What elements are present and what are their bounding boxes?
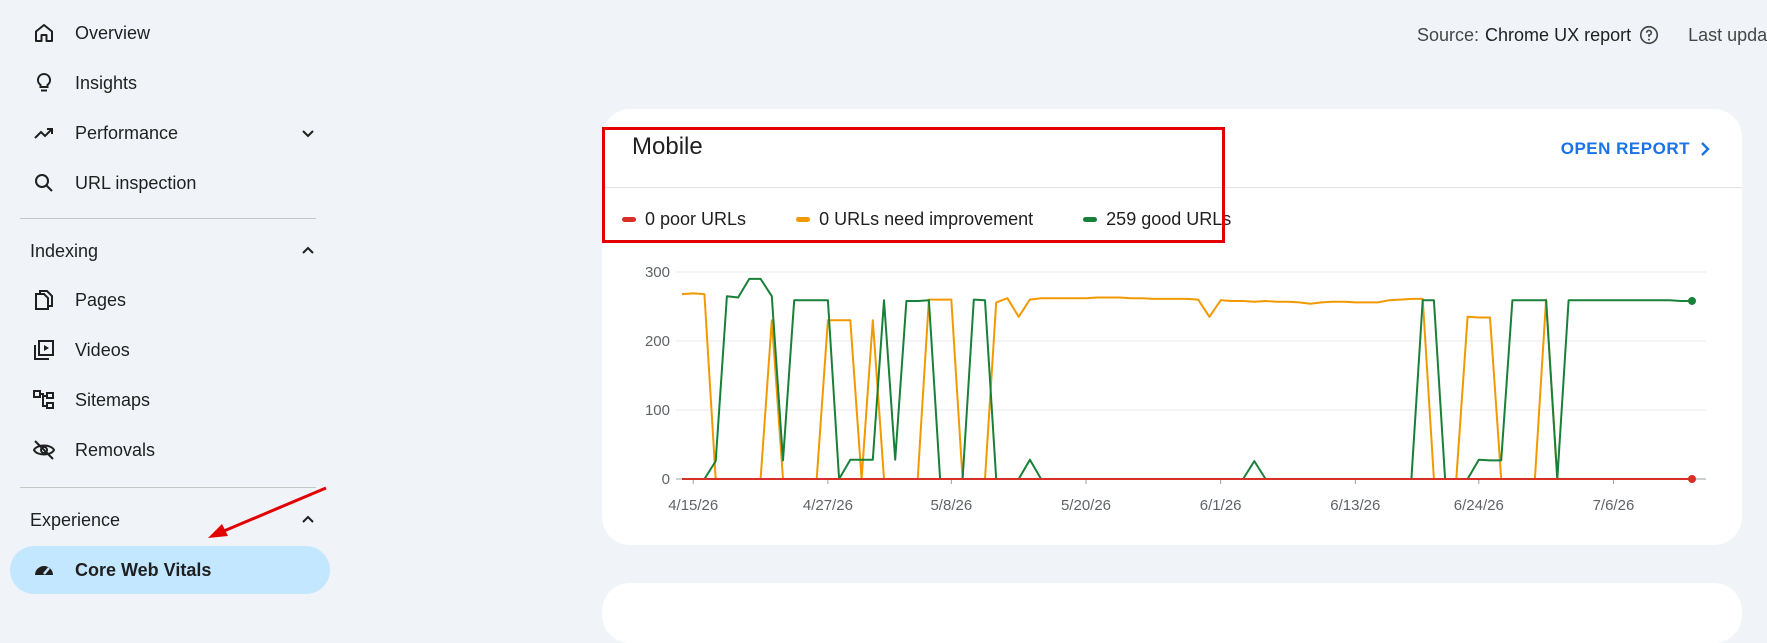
sidebar-item-url-inspection[interactable]: URL inspection [10, 159, 330, 207]
highlight-annotation-box [602, 127, 1225, 243]
sidebar-item-core-web-vitals[interactable]: Core Web Vitals [10, 546, 330, 594]
source-value: Chrome UX report [1485, 24, 1632, 45]
sidebar-item-label: Removals [75, 439, 156, 460]
sidebar-divider [20, 218, 316, 219]
sidebar-item-label: Videos [75, 339, 130, 360]
home-icon [32, 21, 56, 45]
source-label: Source: [1417, 24, 1480, 45]
x-tick-label: 6/1/26 [1200, 497, 1242, 514]
sidebar-item-label: Performance [75, 122, 179, 143]
sidebar-item-sitemaps[interactable]: Sitemaps [10, 376, 330, 424]
y-tick-label: 0 [662, 471, 670, 488]
sidebar-item-label: Overview [75, 22, 151, 43]
open-report-link[interactable]: OPEN REPORT [1561, 139, 1712, 159]
y-tick-label: 100 [645, 402, 670, 419]
x-tick-label: 4/15/26 [668, 497, 718, 514]
trending-up-icon [32, 121, 56, 145]
lightbulb-icon [32, 71, 56, 95]
sidebar-item-label: Sitemaps [75, 389, 151, 410]
x-tick-label: 5/20/26 [1061, 497, 1111, 514]
y-tick-label: 300 [645, 264, 670, 281]
annotation-arrow [208, 486, 327, 538]
sidebar-item-label: Core Web Vitals [75, 559, 212, 580]
chevron-right-icon [1701, 142, 1710, 156]
y-tick-label: 200 [645, 333, 670, 350]
help-icon[interactable] [1638, 24, 1660, 46]
chevron-down-icon[interactable] [296, 121, 320, 145]
videos-icon [32, 338, 56, 362]
sidebar-item-label: Insights [75, 72, 138, 93]
search-icon [32, 171, 56, 195]
series-end-point[interactable] [1688, 296, 1696, 305]
section-title: Indexing [30, 240, 99, 261]
x-tick-label: 6/13/26 [1330, 497, 1380, 514]
sidebar-item-overview[interactable]: Overview [10, 9, 330, 57]
series-end-point[interactable] [1688, 475, 1696, 483]
sidebar-item-videos[interactable]: Videos [10, 326, 330, 374]
sidebar-item-label: URL inspection [75, 172, 197, 193]
sidebar-item-pages[interactable]: Pages [10, 276, 330, 324]
sidebar-item-label: Pages [75, 289, 127, 310]
chevron-up-icon[interactable] [296, 239, 320, 263]
pages-icon [32, 288, 56, 312]
speed-gauge-icon [32, 558, 56, 582]
core-web-vitals-chart[interactable]: 0 100 200 300 4/15/26 4/27/26 5/8/26 5/20/26 6/1… [602, 260, 1742, 530]
sidebar-item-insights[interactable]: Insights [10, 59, 330, 107]
x-tick-label: 7/6/26 [1593, 497, 1635, 514]
last-updated: Last upda [1688, 24, 1767, 45]
visibility-off-icon [32, 438, 56, 462]
sitemaps-icon [32, 388, 56, 412]
open-report-label: OPEN REPORT [1560, 139, 1690, 158]
x-tick-label: 4/27/26 [803, 497, 853, 514]
x-tick-label: 6/24/26 [1454, 497, 1504, 514]
section-indexing[interactable]: Indexing [10, 231, 330, 271]
source-info: Source: Chrome UX report Last upda [1417, 24, 1767, 46]
section-title: Experience [30, 509, 121, 530]
sidebar-item-removals[interactable]: Removals [10, 426, 330, 474]
x-tick-label: 5/8/26 [930, 497, 972, 514]
sidebar-item-performance[interactable]: Performance [10, 109, 330, 157]
second-card [602, 583, 1742, 643]
